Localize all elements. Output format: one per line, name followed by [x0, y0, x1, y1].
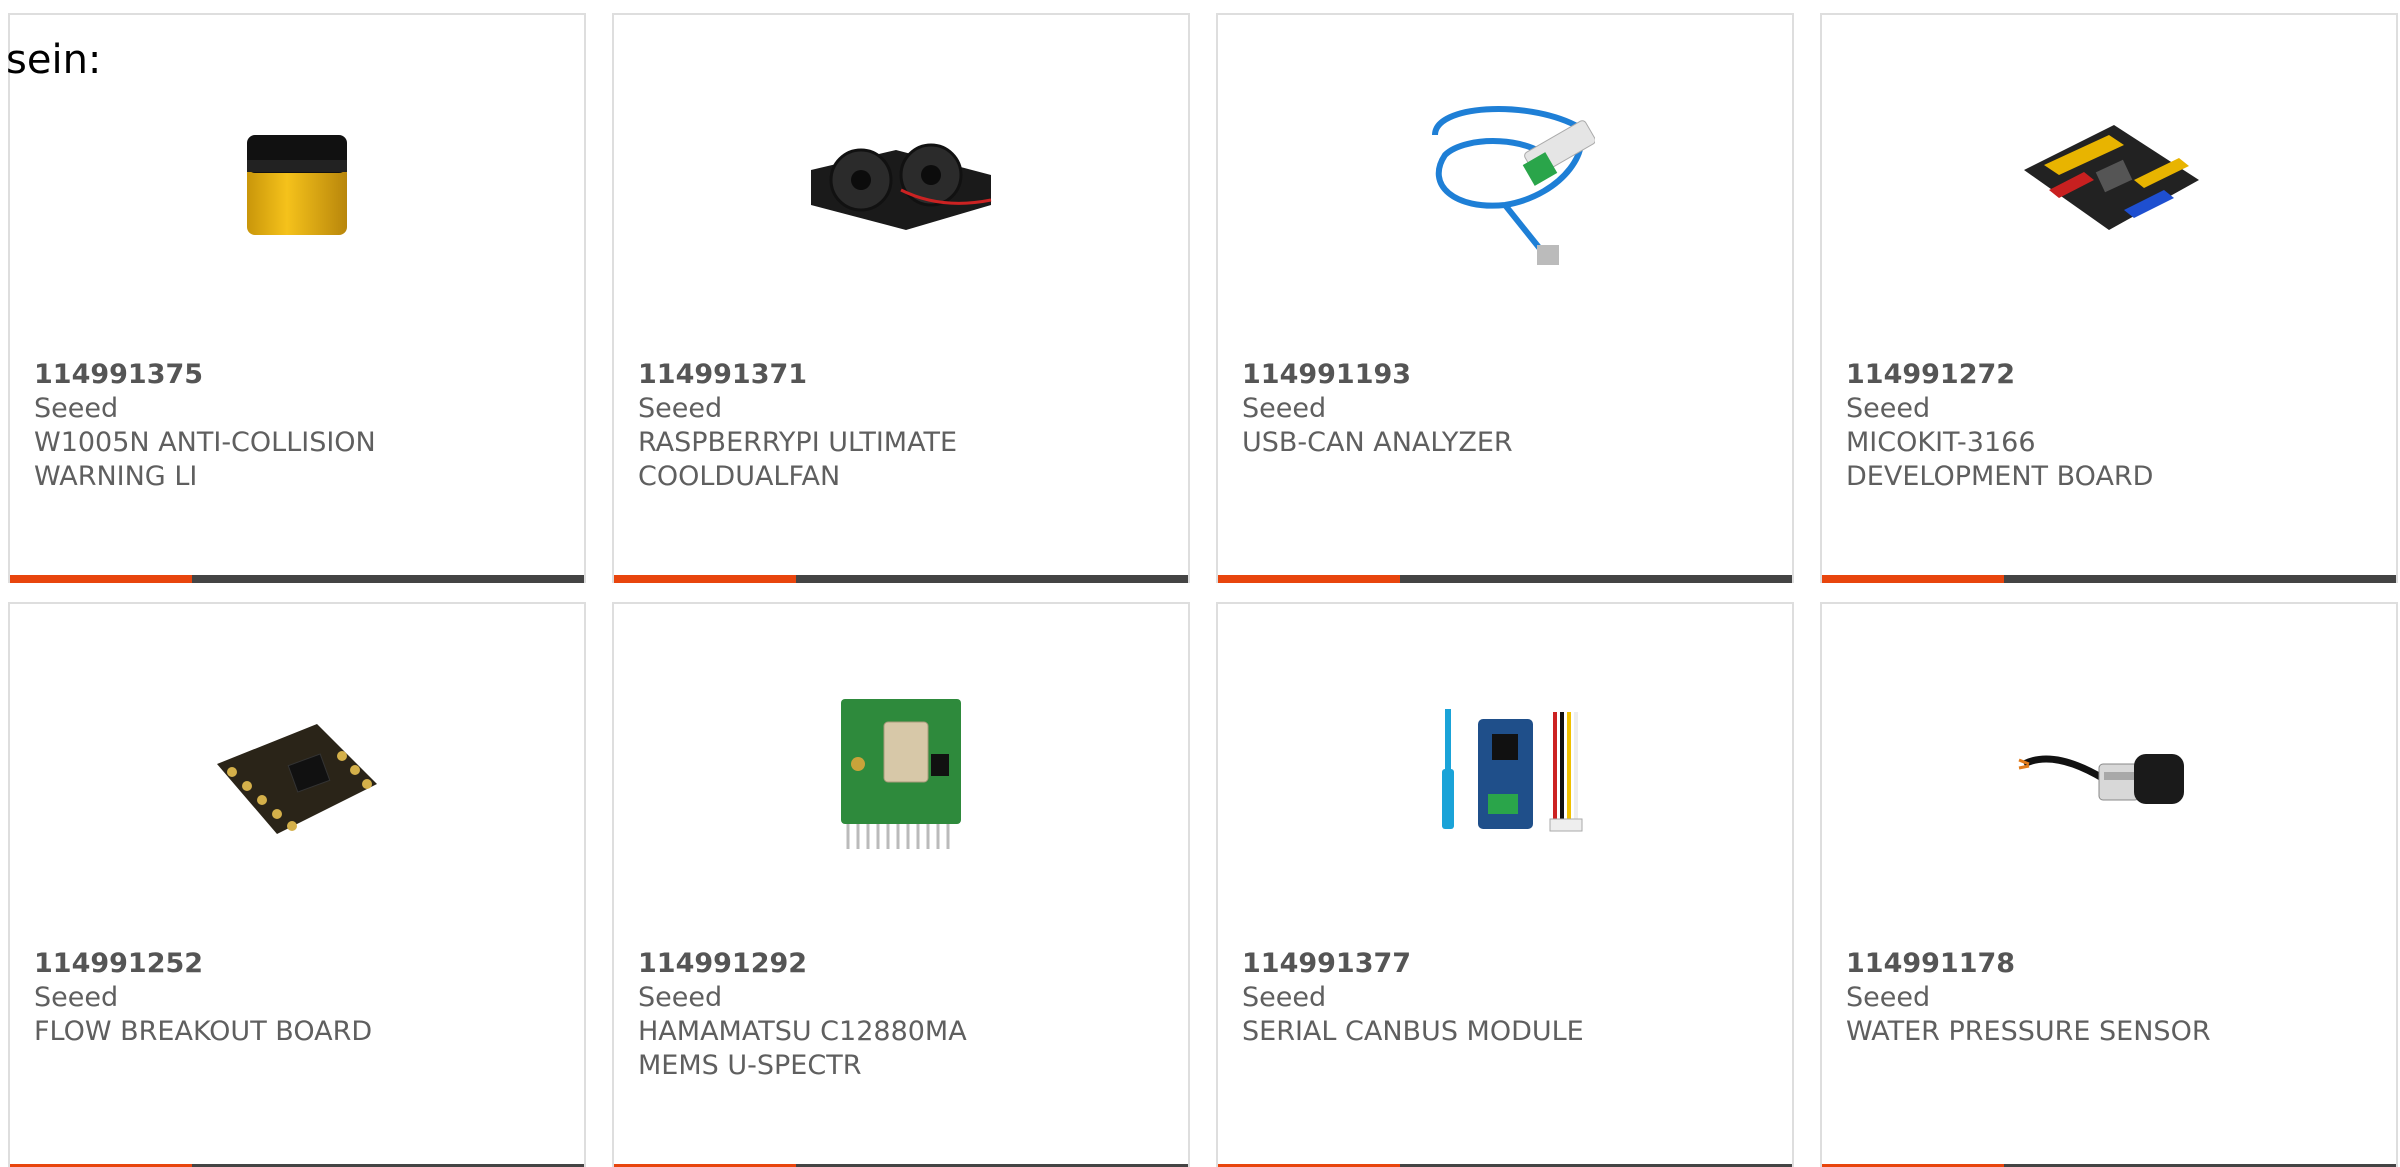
product-info: 114991377 Seeed SERIAL CANBUS MODULE: [1242, 947, 1768, 1049]
product-card[interactable]: 114991193 Seeed USB-CAN ANALYZER: [1216, 13, 1794, 583]
card-bar-accent: [1218, 575, 1400, 583]
product-brand: Seeed: [1846, 393, 1931, 424]
product-name[interactable]: MICOKIT-3166 DEVELOPMENT BOARD: [1846, 426, 2236, 494]
product-info: 114991272 Seeed MICOKIT-3166 DEVELOPMENT…: [1846, 358, 2372, 494]
product-sku[interactable]: 114991193: [1242, 358, 1768, 392]
product-grid: 114991375 Seeed W1005N ANTI-COLLISION WA…: [8, 13, 2398, 1167]
product-info: 114991371 Seeed RASPBERRYPI ULTIMATE COO…: [638, 358, 1164, 494]
product-sku[interactable]: 114991292: [638, 947, 1164, 981]
product-card[interactable]: 114991377 Seeed SERIAL CANBUS MODULE: [1216, 602, 1794, 1167]
usb-can-cable-image: [1432, 105, 1595, 265]
product-name[interactable]: WATER PRESSURE SENSOR: [1846, 1015, 2236, 1049]
product-card[interactable]: 114991272 Seeed MICOKIT-3166 DEVELOPMENT…: [1820, 13, 2398, 583]
spectrometer-board-image: [841, 699, 961, 849]
product-image[interactable]: [614, 664, 1188, 884]
product-sku[interactable]: 114991371: [638, 358, 1164, 392]
grove-can-module-image: [1442, 709, 1583, 832]
product-brand: Seeed: [34, 982, 119, 1013]
product-image[interactable]: [614, 75, 1188, 295]
product-image[interactable]: [10, 75, 584, 295]
product-name[interactable]: SERIAL CANBUS MODULE: [1242, 1015, 1632, 1049]
card-bar-accent: [10, 575, 192, 583]
card-bar: [614, 575, 1188, 583]
product-name[interactable]: FLOW BREAKOUT BOARD: [34, 1015, 424, 1049]
product-brand: Seeed: [638, 982, 723, 1013]
product-image[interactable]: [1218, 75, 1792, 295]
product-name[interactable]: RASPBERRYPI ULTIMATE COOLDUALFAN: [638, 426, 1028, 494]
card-bar-accent: [1822, 575, 2004, 583]
product-image[interactable]: [1822, 664, 2396, 884]
dev-board-image: [2024, 125, 2199, 230]
product-info: 114991292 Seeed HAMAMATSU C12880MA MEMS …: [638, 947, 1164, 1083]
card-bar: [1822, 575, 2396, 583]
product-brand: Seeed: [638, 393, 723, 424]
yellow-cylinder-sensor-image: [247, 135, 347, 235]
product-brand: Seeed: [34, 393, 119, 424]
product-sku[interactable]: 114991377: [1242, 947, 1768, 981]
intro-text: sein:: [6, 37, 102, 83]
card-bar: [1218, 575, 1792, 583]
product-card[interactable]: 114991178 Seeed WATER PRESSURE SENSOR: [1820, 602, 2398, 1167]
product-info: 114991178 Seeed WATER PRESSURE SENSOR: [1846, 947, 2372, 1049]
product-card[interactable]: 114991371 Seeed RASPBERRYPI ULTIMATE COO…: [612, 13, 1190, 583]
product-card[interactable]: 114991252 Seeed FLOW BREAKOUT BOARD: [8, 602, 586, 1167]
product-sku[interactable]: 114991252: [34, 947, 560, 981]
product-name[interactable]: HAMAMATSU C12880MA MEMS U-SPECTR: [638, 1015, 1028, 1083]
product-brand: Seeed: [1846, 982, 1931, 1013]
product-info: 114991375 Seeed W1005N ANTI-COLLISION WA…: [34, 358, 560, 494]
product-brand: Seeed: [1242, 393, 1327, 424]
product-info: 114991193 Seeed USB-CAN ANALYZER: [1242, 358, 1768, 460]
product-sku[interactable]: 114991375: [34, 358, 560, 392]
product-brand: Seeed: [1242, 982, 1327, 1013]
product-sku[interactable]: 114991272: [1846, 358, 2372, 392]
product-sku[interactable]: 114991178: [1846, 947, 2372, 981]
product-name[interactable]: W1005N ANTI-COLLISION WARNING LI: [34, 426, 424, 494]
dual-fan-image: [811, 143, 992, 230]
product-image[interactable]: [10, 664, 584, 884]
product-card[interactable]: 114991292 Seeed HAMAMATSU C12880MA MEMS …: [612, 602, 1190, 1167]
product-card[interactable]: 114991375 Seeed W1005N ANTI-COLLISION WA…: [8, 13, 586, 583]
card-bar: [10, 575, 584, 583]
breakout-board-image: [217, 724, 377, 834]
product-info: 114991252 Seeed FLOW BREAKOUT BOARD: [34, 947, 560, 1049]
product-name[interactable]: USB-CAN ANALYZER: [1242, 426, 1632, 460]
product-image[interactable]: [1822, 75, 2396, 295]
pressure-sensor-image: [2018, 754, 2184, 804]
card-bar-accent: [614, 575, 796, 583]
product-image[interactable]: [1218, 664, 1792, 884]
